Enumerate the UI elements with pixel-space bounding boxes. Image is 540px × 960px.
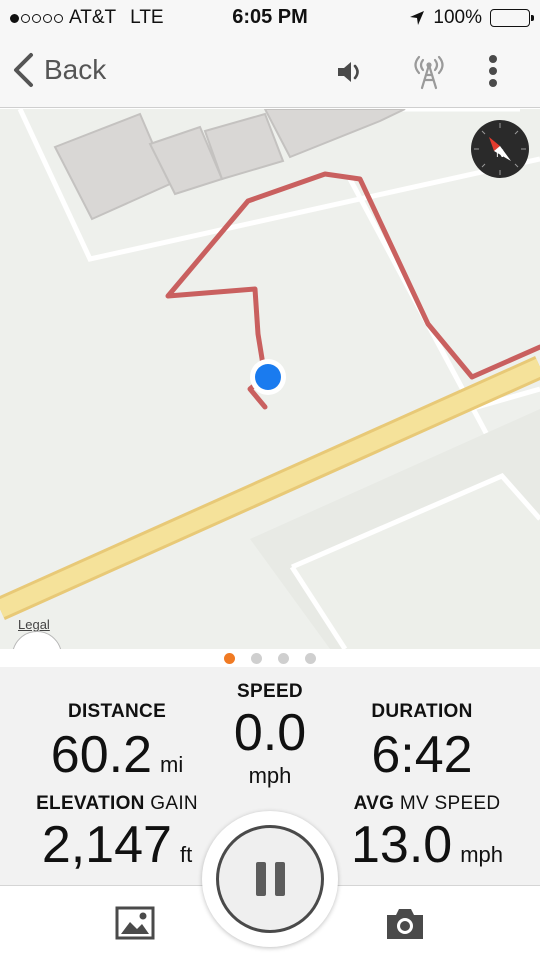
building bbox=[263, 109, 406, 159]
speaker-icon[interactable] bbox=[328, 50, 372, 94]
elevation-value: 2,147 bbox=[41, 816, 172, 874]
page-dot-1[interactable] bbox=[224, 652, 235, 664]
more-vertical-icon[interactable] bbox=[471, 50, 515, 94]
legal-link[interactable]: Legal bbox=[18, 617, 50, 632]
camera-icon[interactable] bbox=[385, 906, 425, 945]
distance-stat: DISTANCE 60.2 mi bbox=[17, 701, 217, 785]
compass-icon[interactable]: N bbox=[470, 119, 530, 179]
status-left: AT&T LTE bbox=[10, 7, 164, 29]
duration-value: 6:42 bbox=[371, 726, 473, 784]
photo-gallery-icon[interactable] bbox=[115, 906, 155, 945]
avg-moving-speed-stat: AVG MV SPEED 13.0 mph bbox=[322, 793, 532, 875]
signal-strength-icon bbox=[10, 13, 63, 23]
map-canvas bbox=[0, 109, 540, 649]
speed-label: SPEED bbox=[237, 681, 303, 702]
network-label: LTE bbox=[130, 7, 164, 28]
status-right: 100% bbox=[409, 7, 534, 29]
broadcast-tower-icon[interactable] bbox=[407, 50, 451, 94]
elevation-sub-label: GAIN bbox=[150, 793, 198, 814]
elevation-gain-stat: ELEVATION GAIN 2,147 ft bbox=[17, 793, 217, 875]
distance-unit: mi bbox=[160, 752, 184, 777]
pause-button[interactable] bbox=[202, 811, 338, 947]
chevron-left-icon bbox=[14, 53, 33, 87]
building bbox=[53, 112, 172, 221]
battery-percent: 100% bbox=[433, 7, 482, 28]
back-button[interactable]: Back bbox=[12, 52, 106, 88]
distance-value: 60.2 bbox=[50, 726, 152, 784]
page-dot-4[interactable] bbox=[305, 652, 316, 664]
elevation-unit: ft bbox=[179, 842, 193, 867]
page-dot-3[interactable] bbox=[278, 652, 289, 664]
elevation-label: ELEVATION bbox=[36, 793, 145, 814]
avg-speed-value: 13.0 bbox=[350, 816, 453, 874]
location-arrow-icon bbox=[410, 11, 425, 25]
nav-bar: Back bbox=[0, 36, 540, 108]
distance-label: DISTANCE bbox=[67, 701, 167, 722]
back-label: Back bbox=[44, 54, 107, 85]
map-view[interactable]: N Legal bbox=[0, 109, 540, 649]
status-bar: AT&T LTE 6:05 PM 100% bbox=[0, 0, 540, 36]
carrier-label: AT&T bbox=[69, 7, 117, 28]
duration-stat: DURATION 6:42 bbox=[322, 701, 522, 785]
avg-speed-unit: mph bbox=[460, 842, 503, 867]
page-dot-2[interactable] bbox=[251, 652, 262, 664]
battery-icon bbox=[490, 9, 534, 27]
svg-text:N: N bbox=[496, 148, 504, 160]
page-indicator bbox=[0, 649, 540, 667]
avg-speed-label: AVG bbox=[353, 793, 395, 814]
duration-label: DURATION bbox=[371, 701, 473, 722]
pause-icon bbox=[216, 825, 324, 933]
avg-speed-sub-label: MV SPEED bbox=[399, 793, 501, 814]
route-line bbox=[165, 171, 540, 410]
